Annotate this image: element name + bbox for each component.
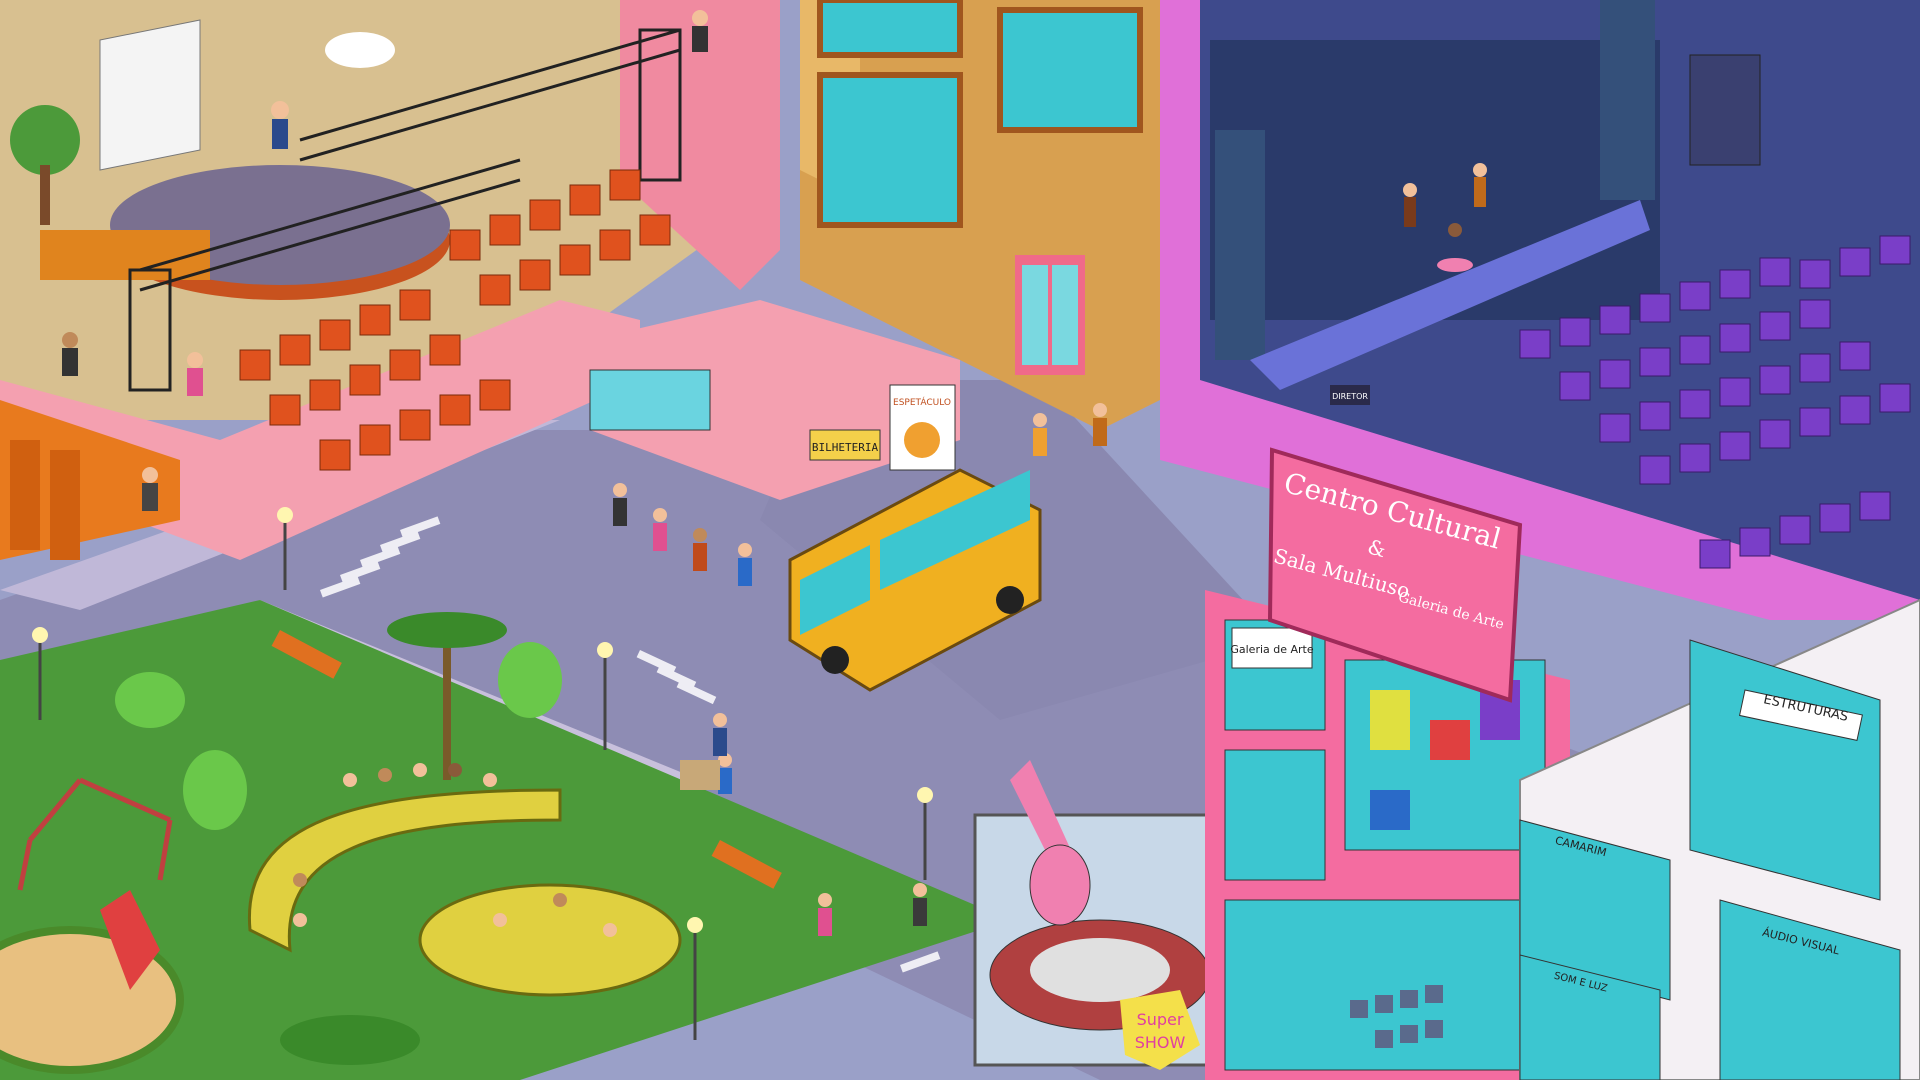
galeria-sign: Galeria de Arte xyxy=(1230,643,1314,656)
espetaculo-sign: ESPETÁCULO xyxy=(893,396,951,408)
bilheteria-sign: BILHETERIA xyxy=(812,441,879,454)
director-label: DIRETOR xyxy=(1332,392,1368,401)
gallery-building: Galeria de Arte xyxy=(1205,590,1570,1080)
guitar-body xyxy=(1029,844,1091,926)
tree xyxy=(10,105,80,175)
stage-front xyxy=(40,230,210,280)
office-window-3 xyxy=(817,72,963,228)
curtain-right xyxy=(1600,0,1655,200)
office-window-2 xyxy=(997,7,1143,133)
cloud-prop xyxy=(325,32,395,68)
bus-wheel-front xyxy=(821,646,849,674)
office-window-1 xyxy=(817,0,963,58)
theater-door xyxy=(1689,54,1761,166)
boxes-cart xyxy=(680,760,720,790)
super-label: Super xyxy=(1137,1010,1184,1029)
backdrop-screen xyxy=(99,19,201,171)
gallery-window-3 xyxy=(1224,749,1326,881)
stage-backdrop xyxy=(1210,40,1660,320)
control-room-window xyxy=(589,369,711,431)
curtain-left xyxy=(1215,130,1265,360)
city-scene: BILHETERIA ESPETÁCULO DIRETOR Super SHOW… xyxy=(0,0,1920,1080)
bus-wheel-rear xyxy=(996,586,1024,614)
music-stage xyxy=(418,883,682,997)
show-label: SHOW xyxy=(1135,1033,1186,1052)
